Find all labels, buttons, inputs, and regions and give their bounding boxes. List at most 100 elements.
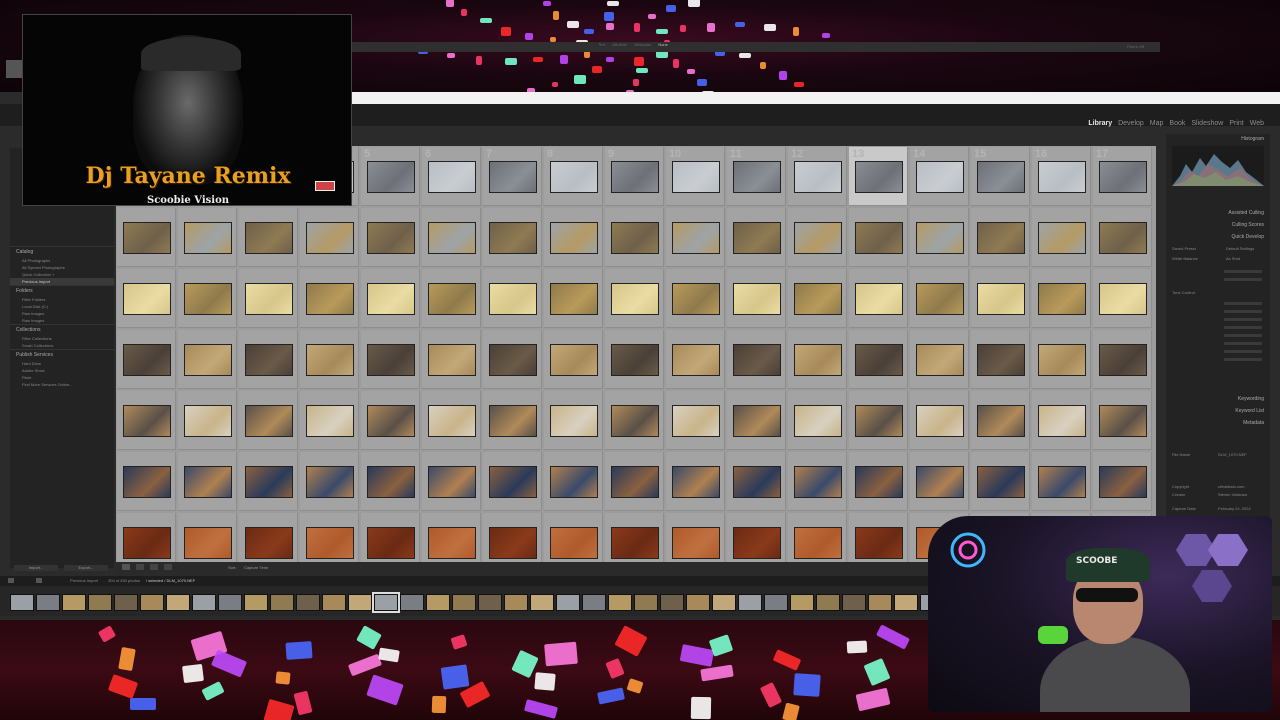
photo-thumbnail[interactable]: [977, 283, 1025, 315]
photo-thumbnail[interactable]: [184, 222, 232, 254]
filmstrip-thumbnail[interactable]: [400, 594, 424, 611]
photo-thumbnail[interactable]: [489, 161, 537, 193]
photo-cell[interactable]: [788, 513, 847, 562]
metadata-value[interactable]: February 24, 2024: [1218, 506, 1251, 511]
sort-select[interactable]: Capture Time: [244, 565, 268, 570]
survey-view-icon[interactable]: [164, 564, 172, 570]
photo-thumbnail[interactable]: [611, 405, 659, 437]
photo-thumbnail[interactable]: [550, 405, 598, 437]
photo-thumbnail[interactable]: [550, 527, 598, 559]
photo-thumbnail[interactable]: [611, 527, 659, 559]
photo-thumbnail[interactable]: [184, 283, 232, 315]
photo-thumbnail[interactable]: [184, 527, 232, 559]
photo-thumbnail[interactable]: [367, 466, 415, 498]
photo-thumbnail[interactable]: [123, 527, 171, 559]
photo-thumbnail[interactable]: [489, 527, 537, 559]
photo-cell[interactable]: [117, 391, 176, 450]
photo-thumbnail[interactable]: [916, 466, 964, 498]
photo-cell[interactable]: [483, 269, 542, 328]
photo-cell[interactable]: [239, 208, 298, 267]
folder-item[interactable]: Raw Images: [10, 310, 114, 317]
photo-cell[interactable]: [788, 391, 847, 450]
photo-thumbnail[interactable]: [672, 222, 720, 254]
photo-cell[interactable]: [1032, 391, 1091, 450]
module-print[interactable]: Print: [1229, 120, 1243, 127]
photo-cell[interactable]: [422, 391, 481, 450]
photo-thumbnail[interactable]: [611, 283, 659, 315]
filmstrip-thumbnail[interactable]: [322, 594, 346, 611]
photo-cell[interactable]: [849, 452, 908, 511]
photo-thumbnail[interactable]: [123, 466, 171, 498]
photo-cell[interactable]: [1093, 452, 1152, 511]
photo-cell[interactable]: [849, 391, 908, 450]
catalog-header[interactable]: Catalog: [10, 246, 114, 257]
photo-cell[interactable]: [300, 330, 359, 389]
photo-cell[interactable]: [727, 452, 786, 511]
shadows-slider[interactable]: [1224, 326, 1262, 329]
photo-cell[interactable]: [910, 391, 969, 450]
photo-thumbnail[interactable]: [367, 405, 415, 437]
catalog-item[interactable]: Previous Import: [10, 278, 114, 285]
photo-thumbnail[interactable]: [672, 527, 720, 559]
photo-thumbnail[interactable]: [550, 344, 598, 376]
photo-thumbnail[interactable]: [306, 527, 354, 559]
photo-thumbnail[interactable]: [184, 405, 232, 437]
metadata-header[interactable]: Metadata: [1243, 420, 1264, 426]
photo-cell[interactable]: [1032, 208, 1091, 267]
photo-thumbnail[interactable]: [611, 344, 659, 376]
photo-cell[interactable]: [178, 330, 237, 389]
filmstrip-thumbnail[interactable]: [426, 594, 450, 611]
photo-cell[interactable]: [117, 513, 176, 562]
photo-cell[interactable]: [178, 208, 237, 267]
assisted-culling-header[interactable]: Assisted Culling: [1228, 210, 1264, 216]
photo-cell[interactable]: [544, 330, 603, 389]
contrast-slider[interactable]: [1224, 310, 1262, 313]
photo-cell[interactable]: 7: [483, 147, 542, 206]
tint-slider[interactable]: [1224, 278, 1262, 281]
photo-cell[interactable]: [483, 330, 542, 389]
photo-cell[interactable]: [239, 513, 298, 562]
filmstrip-thumbnail[interactable]: [244, 594, 268, 611]
photo-thumbnail[interactable]: [733, 161, 781, 193]
photo-cell[interactable]: [483, 391, 542, 450]
photo-cell[interactable]: [361, 513, 420, 562]
photo-thumbnail[interactable]: [733, 466, 781, 498]
filter-metadata[interactable]: Metadata: [635, 42, 652, 47]
metadata-value[interactable]: Steven Voltanza: [1218, 492, 1247, 497]
photo-cell[interactable]: [971, 208, 1030, 267]
photo-cell[interactable]: 10: [666, 147, 725, 206]
module-develop[interactable]: Develop: [1118, 120, 1144, 127]
photo-thumbnail[interactable]: [794, 405, 842, 437]
photo-cell[interactable]: [605, 269, 664, 328]
photo-cell[interactable]: [422, 330, 481, 389]
highlights-slider[interactable]: [1224, 318, 1262, 321]
photo-cell[interactable]: 12: [788, 147, 847, 206]
filmstrip-thumbnail[interactable]: [36, 594, 60, 611]
photo-cell[interactable]: 15: [971, 147, 1030, 206]
catalog-item[interactable]: All Photographs: [10, 257, 114, 264]
photo-cell[interactable]: [849, 513, 908, 562]
photo-cell[interactable]: 16: [1032, 147, 1091, 206]
module-map[interactable]: Map: [1150, 120, 1164, 127]
photo-thumbnail[interactable]: [367, 161, 415, 193]
photo-cell[interactable]: [1032, 330, 1091, 389]
photo-cell[interactable]: [605, 208, 664, 267]
photo-thumbnail[interactable]: [977, 466, 1025, 498]
filmstrip-thumbnail[interactable]: [270, 594, 294, 611]
filmstrip-thumbnail[interactable]: [166, 594, 190, 611]
photo-cell[interactable]: [300, 513, 359, 562]
photo-thumbnail[interactable]: [550, 161, 598, 193]
photo-cell[interactable]: [971, 452, 1030, 511]
photo-cell[interactable]: [971, 391, 1030, 450]
clarity-slider[interactable]: [1224, 350, 1262, 353]
quick-develop-header[interactable]: Quick Develop: [1231, 234, 1264, 240]
folder-item[interactable]: Local Disk (C:): [10, 303, 114, 310]
photo-thumbnail[interactable]: [428, 161, 476, 193]
photo-thumbnail[interactable]: [123, 283, 171, 315]
photo-cell[interactable]: [361, 269, 420, 328]
publish-item[interactable]: Find More Services Online...: [10, 381, 114, 388]
photo-cell[interactable]: [544, 391, 603, 450]
culling-scores-header[interactable]: Culling Scores: [1232, 222, 1264, 228]
photo-cell[interactable]: [1093, 269, 1152, 328]
photo-cell[interactable]: [178, 513, 237, 562]
